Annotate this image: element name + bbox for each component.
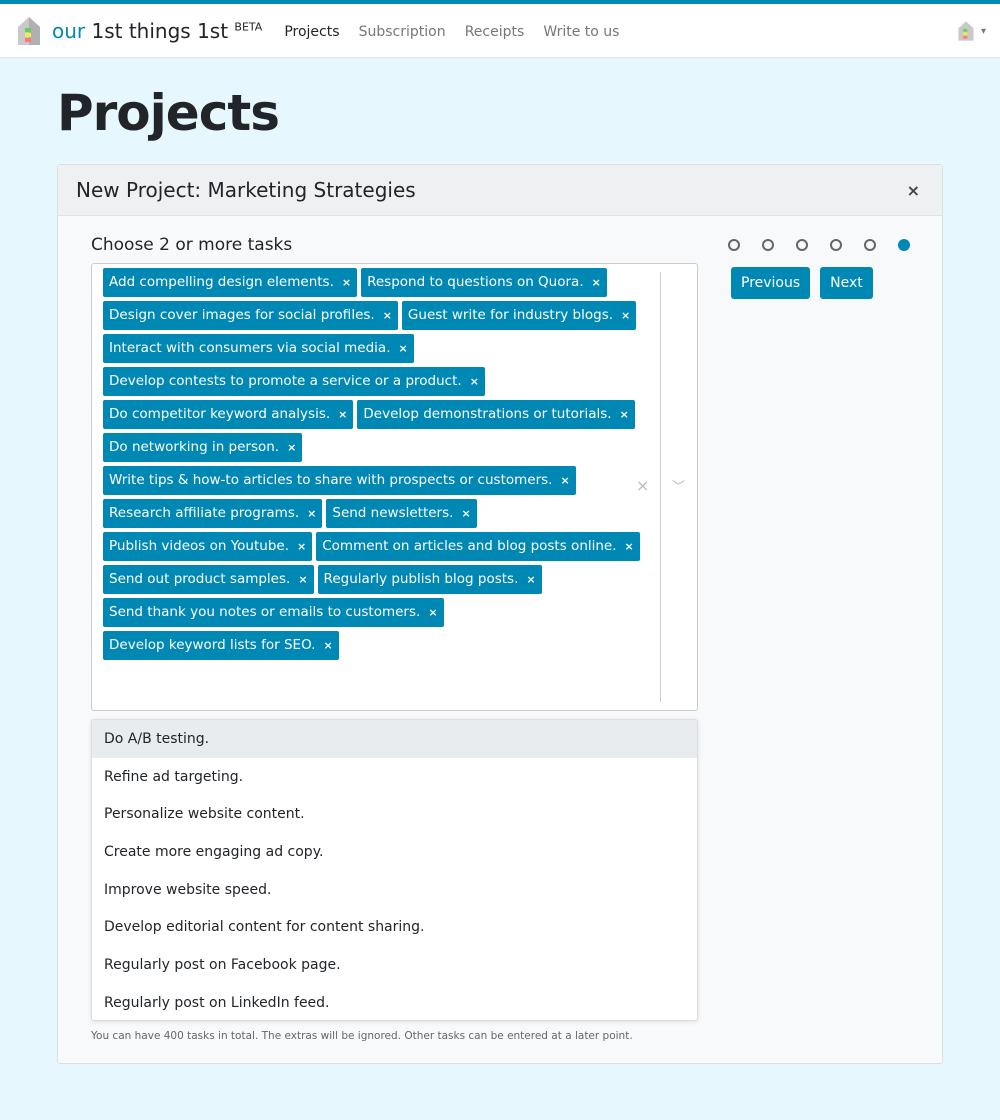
remove-tag-icon[interactable]: × (621, 309, 630, 322)
tag-label: Send out product samples. (109, 571, 291, 587)
tag-label: Publish videos on Youtube. (109, 538, 290, 554)
remove-tag-icon[interactable]: × (307, 507, 316, 520)
nav-write-to-us[interactable]: Write to us (543, 24, 619, 40)
remove-tag-icon[interactable]: × (383, 309, 392, 322)
tag-label: Develop contests to promote a service or… (109, 373, 462, 389)
card-title: New Project: Marketing Strategies (76, 178, 416, 202)
page-title: Projects (57, 84, 280, 142)
clear-all-icon[interactable]: × (636, 476, 649, 495)
selected-tag: Send newsletters. × (326, 499, 477, 528)
tag-label: Send thank you notes or emails to custom… (109, 604, 421, 620)
remove-tag-icon[interactable]: × (461, 507, 470, 520)
nav-subscription[interactable]: Subscription (359, 24, 446, 40)
step-dot[interactable] (762, 239, 774, 251)
tag-label: Do networking in person. (109, 439, 280, 455)
remove-tag-icon[interactable]: × (428, 606, 437, 619)
tag-label: Develop keyword lists for SEO. (109, 637, 316, 653)
remove-tag-icon[interactable]: × (526, 573, 535, 586)
brand-prefix: our (52, 18, 86, 43)
option-item[interactable]: Create more engaging ad copy. (92, 833, 697, 871)
selected-tag: Write tips & how-to articles to share wi… (103, 466, 576, 495)
option-item[interactable]: Personalize website content. (92, 795, 697, 833)
remove-tag-icon[interactable]: × (625, 540, 634, 553)
step-dot[interactable] (830, 239, 842, 251)
tag-label: Regularly publish blog posts. (323, 571, 519, 587)
navbar: our 1st things 1st BETA Projects Subscri… (0, 4, 1000, 58)
option-item[interactable]: Refine ad targeting. (92, 758, 697, 796)
tag-label: Design cover images for social profiles. (109, 307, 375, 323)
tag-label: Research affiliate programs. (109, 505, 300, 521)
help-text: You can have 400 tasks in total. The ext… (91, 1030, 633, 1042)
tasks-label: Choose 2 or more tasks (91, 235, 293, 255)
selected-tag: Comment on articles and blog posts onlin… (316, 532, 640, 561)
selected-tag: Publish videos on Youtube. × (103, 532, 313, 561)
step-dot[interactable] (728, 239, 740, 251)
step-dot[interactable] (796, 239, 808, 251)
selected-tags: Add compelling design elements. × Respond … (103, 268, 643, 660)
option-item[interactable]: Do A/B testing. (92, 720, 697, 758)
step-dot[interactable] (898, 239, 910, 251)
remove-tag-icon[interactable]: × (398, 342, 407, 355)
remove-tag-icon[interactable]: × (342, 276, 351, 289)
remove-tag-icon[interactable]: × (338, 408, 347, 421)
remove-tag-icon[interactable]: × (323, 639, 332, 652)
close-button[interactable]: × (907, 181, 920, 200)
separator (660, 272, 661, 702)
selected-tag: Respond to questions on Quora. × (361, 268, 607, 297)
remove-tag-icon[interactable]: × (592, 276, 601, 289)
nav-projects[interactable]: Projects (284, 24, 339, 40)
remove-tag-icon[interactable]: × (560, 474, 569, 487)
tag-label: Do competitor keyword analysis. (109, 406, 331, 422)
selected-tag: Design cover images for social profiles.… (103, 301, 398, 330)
previous-button[interactable]: Previous (731, 267, 811, 299)
step-dot[interactable] (864, 239, 876, 251)
remove-tag-icon[interactable]: × (620, 408, 629, 421)
selected-tag: Research affiliate programs. × (103, 499, 323, 528)
selected-tag: Develop demonstrations or tutorials. × (357, 400, 635, 429)
tag-label: Send newsletters. (332, 505, 454, 521)
logo-icon[interactable] (16, 15, 42, 47)
tag-label: Interact with consumers via social media… (109, 340, 391, 356)
selected-tag: Send out product samples. × (103, 565, 314, 594)
user-menu[interactable]: ▾ (957, 20, 986, 42)
card-header: New Project: Marketing Strategies (58, 165, 942, 216)
selected-tag: Interact with consumers via social media… (103, 334, 414, 363)
selected-tag: Develop keyword lists for SEO. × (103, 631, 339, 660)
tag-label: Respond to questions on Quora. (367, 274, 584, 290)
brand[interactable]: our 1st things 1st BETA (52, 19, 262, 43)
tag-label: Comment on articles and blog posts onlin… (322, 538, 617, 554)
task-multiselect[interactable]: Add compelling design elements. × Respond … (91, 263, 698, 711)
tag-label: Add compelling design elements. (109, 274, 334, 290)
step-indicator (728, 239, 910, 251)
tag-label: Guest write for industry blogs. (407, 307, 614, 323)
brand-name: 1st things 1st (91, 18, 229, 43)
selected-tag: Send thank you notes or emails to custom… (103, 598, 444, 627)
option-item[interactable]: Improve website speed. (92, 871, 697, 909)
remove-tag-icon[interactable]: × (297, 540, 306, 553)
selected-tag: Develop contests to promote a service or… (103, 367, 485, 396)
options-menu: Do A/B testing. Refine ad targeting. Perso… (91, 719, 698, 1021)
beta-badge: BETA (234, 19, 263, 33)
caret-down-icon: ▾ (980, 25, 986, 37)
tag-label: Write tips & how-to articles to share wi… (109, 472, 553, 488)
new-project-card: New Project: Marketing Strategies × Choo… (57, 164, 943, 1064)
selected-tag: Guest write for industry blogs. × (401, 301, 637, 330)
nav-receipts[interactable]: Receipts (465, 24, 525, 40)
remove-tag-icon[interactable]: × (287, 441, 296, 454)
selected-tag: Do networking in person. × (103, 433, 303, 462)
option-item[interactable]: Regularly post on Facebook page. (92, 946, 697, 984)
tag-label: Develop demonstrations or tutorials. (363, 406, 612, 422)
selected-tag: Regularly publish blog posts. × (317, 565, 542, 594)
selected-tag: Add compelling design elements. × (103, 268, 358, 297)
chevron-down-icon[interactable]: ﹀ (672, 476, 685, 495)
option-item[interactable]: Develop editorial content for content sh… (92, 908, 697, 946)
next-button[interactable]: Next (820, 267, 873, 299)
remove-tag-icon[interactable]: × (298, 573, 307, 586)
user-avatar-icon (958, 21, 974, 41)
option-item[interactable]: Regularly post on LinkedIn feed. (92, 984, 697, 1020)
remove-tag-icon[interactable]: × (470, 375, 479, 388)
selected-tag: Do competitor keyword analysis. × (103, 400, 354, 429)
